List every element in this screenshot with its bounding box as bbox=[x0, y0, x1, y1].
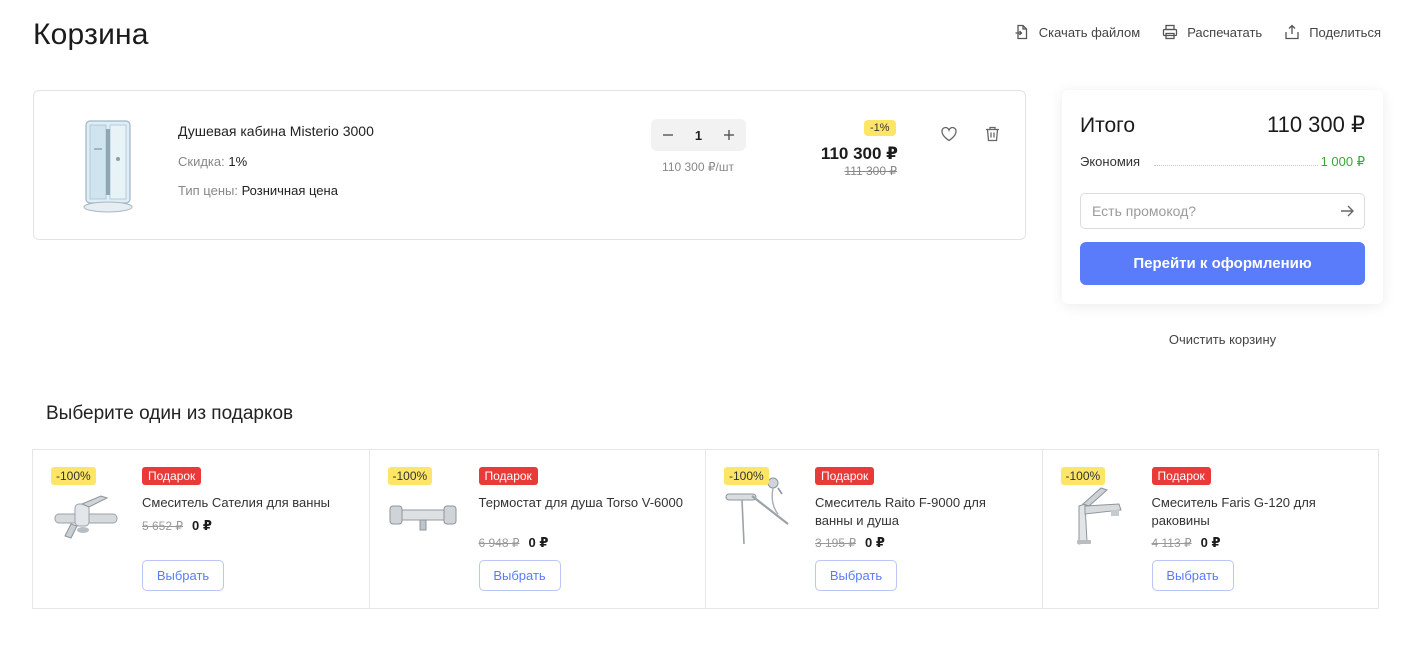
decrease-quantity-button[interactable] bbox=[661, 128, 675, 142]
gift-old-price: 5 652 ₽ bbox=[142, 519, 183, 533]
gift-tag: Подарок bbox=[1151, 467, 1211, 485]
promo-input[interactable] bbox=[1081, 194, 1331, 228]
gift-tag: Подарок bbox=[478, 467, 538, 485]
gift-old-price: 4 113 ₽ bbox=[1151, 536, 1192, 550]
discount-badge: -1% bbox=[864, 120, 896, 136]
order-summary: Итого 110 300 ₽ Экономия 1 000 ₽ Перейти… bbox=[1062, 90, 1383, 304]
increase-quantity-button[interactable] bbox=[722, 128, 736, 142]
share-button[interactable]: Поделиться bbox=[1284, 24, 1381, 40]
cart-item-price: 110 300 ₽ bbox=[820, 144, 898, 163]
checkout-button[interactable]: Перейти к оформлению bbox=[1080, 242, 1365, 285]
cart-item-price-type: Тип цены: Розничная цена bbox=[178, 183, 338, 198]
cart-item-name[interactable]: Душевая кабина Misterio 3000 bbox=[178, 123, 374, 139]
total-value: 110 300 ₽ bbox=[1266, 112, 1365, 137]
share-icon bbox=[1285, 24, 1299, 40]
gift-old-price: 6 948 ₽ bbox=[478, 536, 520, 550]
heart-icon[interactable] bbox=[940, 125, 958, 143]
cart-item-old-price: 111 300 ₽ bbox=[844, 164, 897, 178]
gift-prices: 5 652 ₽ 0 ₽ bbox=[142, 518, 212, 534]
arrow-right-icon[interactable] bbox=[1340, 204, 1355, 218]
download-file-icon bbox=[1015, 24, 1027, 40]
gift-discount-badge: -100% bbox=[51, 467, 96, 485]
gift-card: -100% Подарок Термостат для душа Torso V… bbox=[370, 450, 706, 608]
top-actions: Скачать файлом Распечатать Поделиться bbox=[1014, 24, 1381, 40]
gift-prices: 3 195 ₽ 0 ₽ bbox=[815, 535, 885, 551]
gift-discount-badge: -100% bbox=[724, 467, 769, 485]
gift-name[interactable]: Смеситель Faris G-120 для раковины bbox=[1152, 494, 1362, 530]
quantity-value[interactable]: 1 bbox=[695, 128, 702, 143]
gift-discount-badge: -100% bbox=[1060, 467, 1106, 485]
download-file-button[interactable]: Скачать файлом bbox=[1014, 24, 1140, 40]
gifts-title: Выберите один из подарков bbox=[46, 403, 294, 424]
gift-old-price: 3 195 ₽ bbox=[815, 536, 856, 550]
quantity-stepper: 1 bbox=[651, 119, 746, 151]
savings-label: Экономия bbox=[1080, 154, 1141, 169]
gift-name[interactable]: Термостат для душа Torso V-6000 bbox=[479, 494, 689, 512]
gift-tag: Подарок bbox=[142, 467, 202, 485]
gift-tag: Подарок bbox=[815, 467, 875, 485]
cart-item-discount: Скидка: 1% bbox=[178, 154, 247, 169]
savings-value: 1 000 ₽ bbox=[1320, 154, 1365, 169]
clear-cart-link[interactable]: Очистить корзину bbox=[1062, 332, 1383, 347]
select-gift-button[interactable]: Выбрать bbox=[1151, 560, 1234, 591]
page-title: Корзина bbox=[33, 18, 149, 51]
gift-card: -100% Подарок Смеситель Faris G-120 для … bbox=[1043, 450, 1379, 608]
gift-card: -100% Подарок Смеситель Raito F-9000 для… bbox=[706, 450, 1043, 608]
gifts-list: -100% Подарок Смеситель Сателия для ванн… bbox=[32, 449, 1379, 609]
download-file-label: Скачать файлом bbox=[1038, 24, 1141, 40]
select-gift-button[interactable]: Выбрать bbox=[478, 560, 561, 591]
unit-price: 110 300 ₽/шт bbox=[662, 160, 734, 174]
gift-prices: 4 113 ₽ 0 ₽ bbox=[1152, 535, 1221, 551]
select-gift-button[interactable]: Выбрать bbox=[142, 560, 224, 591]
gift-name[interactable]: Смеситель Сателия для ванны bbox=[142, 494, 352, 512]
shower-cabin-image[interactable] bbox=[82, 119, 134, 213]
gift-prices: 6 948 ₽ 0 ₽ bbox=[479, 535, 549, 551]
price-type-label: Тип цены: bbox=[178, 183, 238, 198]
gift-price: 0 ₽ bbox=[865, 535, 885, 550]
gift-discount-badge: -100% bbox=[387, 467, 433, 485]
print-label: Распечатать bbox=[1187, 24, 1263, 40]
discount-value: 1% bbox=[228, 154, 248, 169]
plus-icon bbox=[723, 130, 734, 140]
minus-icon bbox=[663, 134, 673, 136]
total-label: Итого bbox=[1080, 114, 1136, 137]
promo-field bbox=[1080, 193, 1365, 229]
print-button[interactable]: Распечатать bbox=[1162, 24, 1262, 40]
gift-card: -100% Подарок Смеситель Сателия для ванн… bbox=[33, 450, 370, 608]
gift-price: 0 ₽ bbox=[528, 535, 549, 550]
cart-item: Душевая кабина Misterio 3000 Скидка: 1% … bbox=[33, 90, 1026, 240]
share-label: Поделиться bbox=[1309, 24, 1381, 40]
select-gift-button[interactable]: Выбрать bbox=[815, 560, 897, 591]
savings-divider bbox=[1154, 165, 1318, 166]
discount-label: Скидка: bbox=[178, 154, 225, 169]
gift-price: 0 ₽ bbox=[192, 518, 212, 533]
trash-icon[interactable] bbox=[985, 126, 1000, 142]
gift-name[interactable]: Смеситель Raito F-9000 для ванны и душа bbox=[815, 494, 1025, 530]
gift-price: 0 ₽ bbox=[1200, 535, 1221, 550]
printer-icon bbox=[1163, 24, 1178, 40]
price-type-value: Розничная цена bbox=[241, 183, 338, 198]
